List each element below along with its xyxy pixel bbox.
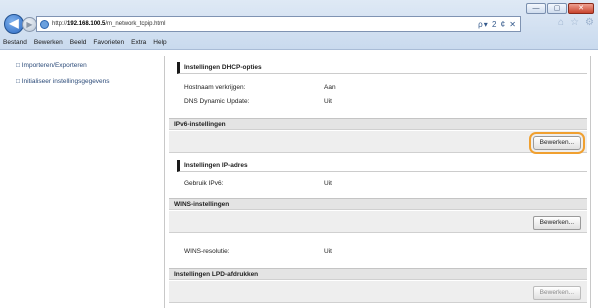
dns-update-label: DNS Dynamic Update: <box>184 98 250 105</box>
gear-icon[interactable]: ⚙ <box>585 17 594 28</box>
sidebar-item-import-export[interactable]: □ Importeren/Exporteren <box>16 62 156 74</box>
wins-resolution-label: WINS-resolutie: <box>184 248 230 255</box>
url-host: 192.168.100.5 <box>67 21 106 27</box>
address-bar[interactable]: http://192.168.100.5/m_network_tcpip.htm… <box>36 16 521 32</box>
menu-favorieten[interactable]: Favorieten <box>93 39 124 46</box>
url-text: http://192.168.100.5/m_network_tcpip.htm… <box>52 21 165 27</box>
wins-edit-button[interactable]: Bewerken... <box>532 216 581 230</box>
menu-bestand[interactable]: Bestand <box>3 39 27 46</box>
ipv6-section-body: Bewerken... <box>169 131 587 154</box>
browser-chrome: — ▢ ✕ ◀ ▶ http://192.168.100.5/m_network… <box>0 0 598 50</box>
sidebar-item-label: Initialiseer instellingsgegevens <box>21 78 110 85</box>
dhcp-section-title: Instellingen DHCP-opties <box>177 62 587 74</box>
lpd-section-body: Bewerken... <box>169 281 587 303</box>
sidebar-item-label: Importeren/Exporteren <box>21 62 87 69</box>
url-path: /m_network_tcpip.html <box>105 21 166 27</box>
ipaddr-section-title: Instellingen IP-adres <box>177 160 587 172</box>
lpd-section-header: Instellingen LPD-afdrukken <box>169 268 587 280</box>
use-ipv6-value: Uit <box>324 180 332 187</box>
back-button[interactable]: ◀ <box>4 14 24 34</box>
minimize-button[interactable]: — <box>526 3 546 14</box>
home-icon[interactable]: ⌂ <box>558 17 564 28</box>
menu-extra[interactable]: Extra <box>131 39 146 46</box>
lpd-edit-button[interactable]: Bewerken... <box>532 286 581 300</box>
ipv6-edit-button[interactable]: Bewerken... <box>528 132 586 154</box>
menu-bewerken[interactable]: Bewerken <box>34 39 63 46</box>
address-controls[interactable]: ρ▾ 2 ¢ ✕ <box>478 17 520 31</box>
nav-buttons: ◀ ▶ <box>4 14 37 34</box>
site-icon <box>40 19 49 29</box>
settings-panel: Instellingen DHCP-opties Hostnaam verkri… <box>164 56 591 308</box>
wins-section-body: Bewerken... <box>169 211 587 233</box>
hostname-label: Hostnaam verkrijgen: <box>184 84 246 91</box>
maximize-button[interactable]: ▢ <box>547 3 567 14</box>
forward-button[interactable]: ▶ <box>22 16 37 32</box>
menu-help[interactable]: Help <box>153 39 166 46</box>
menu-bar: Bestand Bewerken Beeld Favorieten Extra … <box>0 36 598 49</box>
use-ipv6-label: Gebruik IPv6: <box>184 180 224 187</box>
ipv6-section-header: IPv6-instellingen <box>169 118 587 130</box>
menu-beeld[interactable]: Beeld <box>70 39 87 46</box>
url-prefix: http:// <box>52 21 68 27</box>
dns-update-value: Uit <box>324 98 332 105</box>
hostname-value: Aan <box>324 84 336 91</box>
close-button[interactable]: ✕ <box>568 3 594 14</box>
window-controls: — ▢ ✕ <box>525 3 594 14</box>
sidebar: □ Importeren/Exporteren □ Initialiseer i… <box>16 62 156 94</box>
wins-section-header: WINS-instellingen <box>169 198 587 210</box>
wins-resolution-value: Uit <box>324 248 332 255</box>
browser-toolbar: ⌂ ☆ ⚙ <box>552 17 594 28</box>
sidebar-item-initialize[interactable]: □ Initialiseer instellingsgegevens <box>16 78 156 90</box>
star-icon[interactable]: ☆ <box>570 17 579 28</box>
